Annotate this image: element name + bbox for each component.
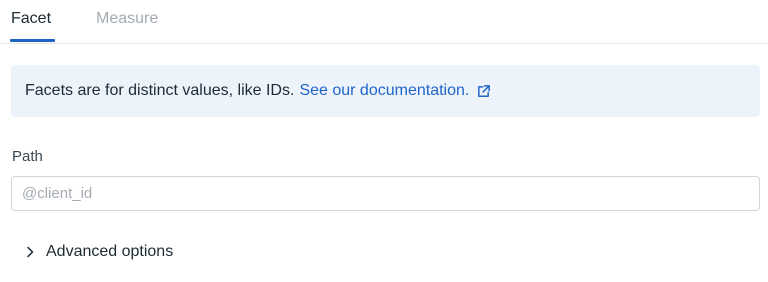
advanced-options-toggle[interactable]: Advanced options [24,243,173,261]
tab-measure[interactable]: Measure [96,9,158,29]
documentation-link-label: See our documentation. [299,82,470,99]
info-banner: Facets are for distinct values, like IDs… [11,65,760,117]
advanced-options-label: Advanced options [46,243,174,260]
external-link-icon [478,84,491,97]
info-text: Facets are for distinct values, like IDs… [25,82,295,99]
tab-bar: Facet Measure [0,0,768,44]
path-input[interactable] [11,176,760,211]
tab-facet[interactable]: Facet [11,9,51,29]
path-label: Path [12,148,43,165]
active-tab-indicator [10,39,55,42]
documentation-link[interactable]: See our documentation. [299,82,491,100]
chevron-right-icon [27,246,34,258]
